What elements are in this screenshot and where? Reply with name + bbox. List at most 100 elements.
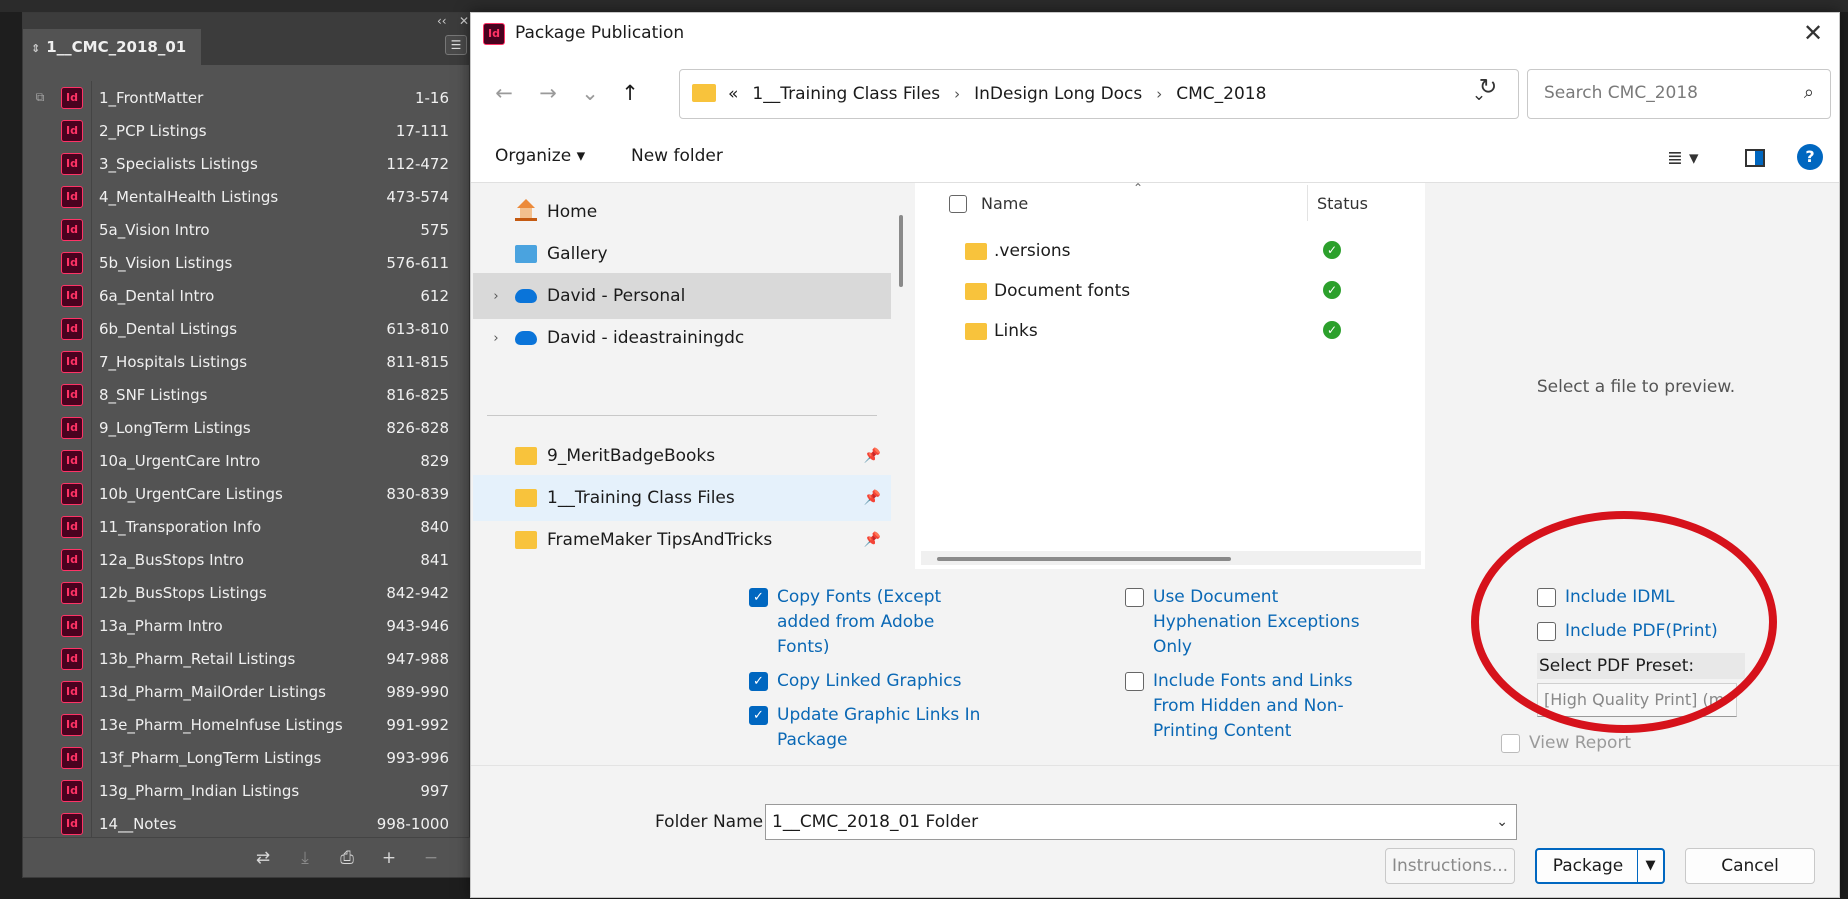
indesign-doc-icon: Id [61,383,83,406]
hidden-content-checkbox[interactable] [1125,672,1144,691]
package-split-dropdown-icon[interactable]: ▼ [1637,850,1663,882]
select-all-checkbox[interactable] [949,195,967,213]
nav-item-training-class-files[interactable]: 1__Training Class Files 📌 [473,475,891,521]
scroll-thumb[interactable] [937,557,1231,561]
book-document-row[interactable]: Id 4_MentalHealth Listings 473-574 [23,180,471,213]
book-document-row[interactable]: Id 10b_UrgentCare Listings 830-839 [23,477,471,510]
column-header-status[interactable]: Status [1317,194,1368,213]
book-document-row[interactable]: Id 9_LongTerm Listings 826-828 [23,411,471,444]
chevron-right-icon[interactable]: › [477,331,515,346]
view-options-icon[interactable]: ≣ ▾ [1667,144,1723,172]
update-links-label[interactable]: Update Graphic Links In Package [777,703,989,753]
book-document-row[interactable]: Id 2_PCP Listings 17-111 [23,114,471,147]
view-report-checkbox[interactable] [1501,734,1520,753]
update-links-option[interactable]: ✓ Update Graphic Links In Package [749,703,989,753]
close-panel-icon[interactable]: ✕ [459,13,469,29]
book-document-row[interactable]: Id 7_Hospitals Listings 811-815 [23,345,471,378]
book-document-row[interactable]: Id 10a_UrgentCare Intro 829 [23,444,471,477]
book-document-row[interactable]: Id 6a_Dental Intro 612 [23,279,471,312]
address-bar[interactable]: « 1__Training Class Files › InDesign Lon… [679,69,1519,119]
panel-menu-icon[interactable]: ☰ [445,35,467,55]
book-document-row[interactable]: Id 12b_BusStops Listings 842-942 [23,576,471,609]
book-document-row[interactable]: Id 8_SNF Listings 816-825 [23,378,471,411]
add-document-icon[interactable]: + [375,846,403,870]
new-folder-button[interactable]: New folder [631,146,723,166]
pin-icon[interactable]: 📌 [864,532,881,548]
book-document-row[interactable]: Id 11_Transporation Info 840 [23,510,471,543]
close-dialog-button[interactable]: ✕ [1787,13,1839,55]
book-document-row[interactable]: Id 5b_Vision Listings 576-611 [23,246,471,279]
cancel-button[interactable]: Cancel [1685,848,1815,884]
horizontal-scrollbar[interactable] [921,551,1421,565]
hyphenation-label[interactable]: Use Document Hyphenation Exceptions Only [1153,585,1365,660]
view-report-label[interactable]: View Report [1529,731,1661,756]
search-input[interactable]: Search CMC_2018 [1544,83,1698,103]
search-box[interactable]: Search CMC_2018 ⌕ [1527,69,1831,119]
book-document-row[interactable]: Id 12a_BusStops Intro 841 [23,543,471,576]
breadcrumb-overflow[interactable]: « [728,84,738,104]
book-document-row[interactable]: Id 13a_Pharm Intro 943-946 [23,609,471,642]
book-document-row[interactable]: Id 13g_Pharm_Indian Listings 997 [23,774,471,807]
pin-icon[interactable]: 📌 [864,490,881,506]
preview-pane-icon[interactable] [1741,144,1769,172]
hyphenation-option[interactable]: Use Document Hyphenation Exceptions Only [1125,585,1365,660]
chevron-down-icon[interactable]: ⌄ [1496,805,1508,839]
book-document-row[interactable]: ⧉ Id 1_FrontMatter 1-16 [23,81,471,114]
book-document-row[interactable]: Id 13f_Pharm_LongTerm Listings 993-996 [23,741,471,774]
nav-item-david-ideastrainingdc[interactable]: › David - ideastrainingdc [473,315,891,361]
hidden-content-label[interactable]: Include Fonts and Links From Hidden and … [1153,669,1365,744]
copy-fonts-label[interactable]: Copy Fonts (Except added from Adobe Font… [777,585,989,660]
nav-item-david-personal[interactable]: › David - Personal [473,273,891,319]
forward-arrow-icon[interactable]: → [531,79,565,107]
back-arrow-icon[interactable]: ← [487,79,521,107]
view-report-option[interactable]: View Report [1501,731,1661,756]
chevron-right-icon[interactable]: › [954,85,960,103]
nav-pane-scrollbar[interactable] [895,183,907,569]
scroll-thumb[interactable] [899,215,903,287]
organize-button[interactable]: Organize ▾ [495,146,585,166]
file-row[interactable]: Links✓4/ [915,307,1425,353]
copy-fonts-checkbox[interactable]: ✓ [749,588,768,607]
update-links-checkbox[interactable]: ✓ [749,706,768,725]
book-document-row[interactable]: Id 13b_Pharm_Retail Listings 947-988 [23,642,471,675]
recent-locations-icon[interactable]: ⌄ [573,79,607,107]
package-button[interactable]: Package ▼ [1535,848,1665,884]
column-divider[interactable] [1307,185,1308,221]
save-book-icon[interactable]: ⤓ [291,846,319,870]
book-document-row[interactable]: Id 5a_Vision Intro 575 [23,213,471,246]
nav-item-gallery[interactable]: Gallery [473,231,891,277]
book-document-row[interactable]: Id 3_Specialists Listings 112-472 [23,147,471,180]
instructions-button[interactable]: Instructions... [1385,848,1515,884]
pin-icon[interactable]: 📌 [864,448,881,464]
indesign-doc-icon: Id [61,812,83,835]
nav-item-home[interactable]: Home [473,189,891,235]
column-header-name[interactable]: Name [981,194,1028,213]
synchronize-icon[interactable]: ⇄ [249,846,277,870]
remove-document-icon[interactable]: − [417,846,445,870]
search-icon[interactable]: ⌕ [1804,82,1814,103]
breadcrumb-segment[interactable]: 1__Training Class Files [752,84,940,104]
book-document-row[interactable]: Id 13d_Pharm_MailOrder Listings 989-990 [23,675,471,708]
nav-item-meritbadgebooks[interactable]: 9_MeritBadgeBooks 📌 [473,433,891,479]
chevron-right-icon[interactable]: › [477,289,515,304]
up-arrow-icon[interactable]: ↑ [613,79,647,107]
collapse-panel-icon[interactable]: ‹‹ [437,13,447,29]
print-book-icon[interactable]: ⎙ [333,846,361,870]
help-icon[interactable]: ? [1797,144,1823,170]
folder-name-input[interactable]: 1__CMC_2018_01 Folder ⌄ [765,804,1517,840]
hyphenation-checkbox[interactable] [1125,588,1144,607]
chevron-right-icon[interactable]: › [1156,85,1162,103]
breadcrumb-segment[interactable]: InDesign Long Docs [974,84,1142,104]
book-document-row[interactable]: Id 6b_Dental Listings 613-810 [23,312,471,345]
book-document-row[interactable]: Id 13e_Pharm_HomeInfuse Listings 991-992 [23,708,471,741]
copy-graphics-option[interactable]: ✓ Copy Linked Graphics [749,669,989,694]
copy-fonts-option[interactable]: ✓ Copy Fonts (Except added from Adobe Fo… [749,585,989,660]
breadcrumb-segment[interactable]: CMC_2018 [1176,84,1266,104]
book-tab[interactable]: ⇕ 1__CMC_2018_01 [23,29,201,65]
nav-item-framemaker-tips[interactable]: FrameMaker TipsAndTricks 📌 [473,517,891,563]
copy-graphics-label[interactable]: Copy Linked Graphics [777,669,989,694]
hidden-content-option[interactable]: Include Fonts and Links From Hidden and … [1125,669,1365,744]
copy-graphics-checkbox[interactable]: ✓ [749,672,768,691]
refresh-icon[interactable]: ↻ [1471,73,1505,103]
book-document-row[interactable]: Id 14__Notes 998-1000 [23,807,471,840]
